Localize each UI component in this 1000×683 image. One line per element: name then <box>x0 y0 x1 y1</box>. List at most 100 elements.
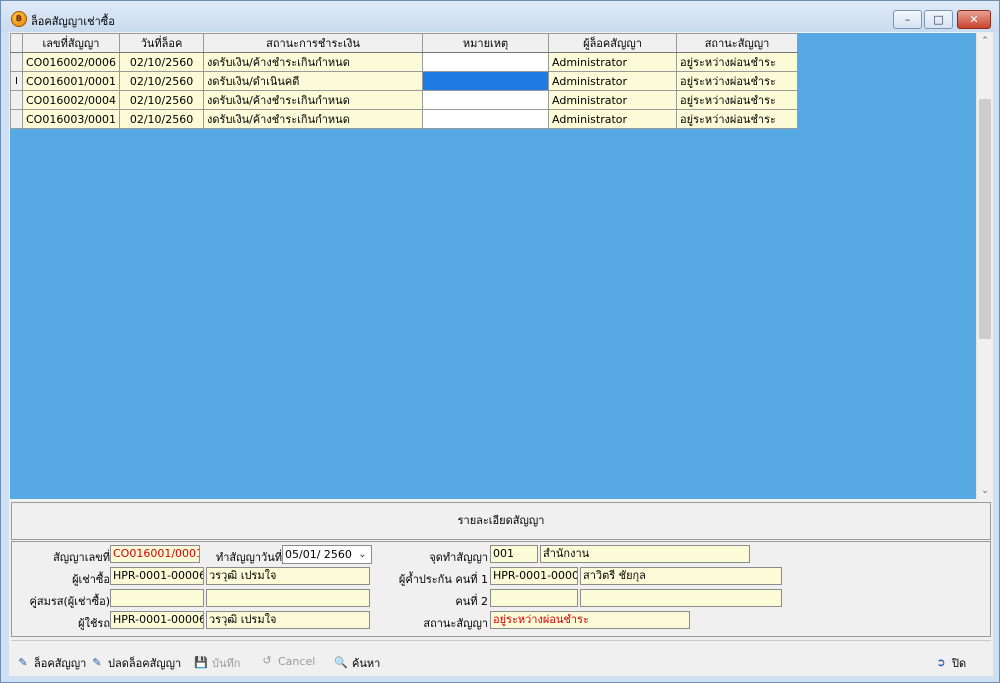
cell-contract-no[interactable]: CO016001/0001 <box>21 71 121 91</box>
col-header-note[interactable]: หมายเหตุ <box>422 33 550 53</box>
exit-door-icon: ➲ <box>936 656 946 669</box>
cell-contract-no[interactable]: CO016003/0001 <box>21 109 121 129</box>
close-button[interactable]: ➲ ปิด <box>933 654 966 672</box>
user-code-field[interactable]: HPR-0001-00006 <box>110 611 204 629</box>
place-name-field[interactable]: สำนักงาน <box>540 545 750 563</box>
cell-locked-by[interactable]: Administrator <box>548 109 678 129</box>
close-window-button[interactable]: ✕ <box>957 10 991 29</box>
guarantor2-code-field[interactable] <box>490 589 578 607</box>
cell-pay-status[interactable]: งดรับเงิน/ค้างชำระเกินกำหนด <box>203 90 424 110</box>
table-header: เลขที่สัญญา วันที่ล็อค สถานะการชำระเงิน … <box>10 33 799 53</box>
cell-note[interactable] <box>422 52 550 72</box>
cell-pay-status[interactable]: งดรับเงิน/ค้างชำระเกินกำหนด <box>203 52 424 72</box>
contract-table: เลขที่สัญญา วันที่ล็อค สถานะการชำระเงิน … <box>10 33 799 129</box>
undo-icon: ↺ <box>262 654 272 667</box>
status-label: สถานะสัญญา <box>423 617 488 630</box>
search-button-label: ค้นหา <box>352 657 381 670</box>
col-header-contract-status[interactable]: สถานะสัญญา <box>676 33 799 53</box>
table-row[interactable]: CO016002/0006 02/10/2560 งดรับเงิน/ค้างชำร… <box>10 52 799 72</box>
cell-contract-status[interactable]: อยู่ระหว่างผ่อนชำระ <box>676 52 799 72</box>
guarantor1-code-field[interactable]: HPR-0001-00003 <box>490 567 578 585</box>
guarantor2-name-field[interactable] <box>580 589 782 607</box>
cell-note[interactable] <box>422 109 550 129</box>
contract-no-field[interactable]: CO016001/0001 <box>110 545 200 563</box>
binoculars-icon: 🔍 <box>334 656 348 669</box>
scroll-thumb[interactable] <box>979 99 991 339</box>
unlock-button-label: ปลดล็อคสัญญา <box>108 657 182 670</box>
cell-lock-date[interactable]: 02/10/2560 <box>119 52 205 72</box>
minimize-button[interactable]: – <box>893 10 922 29</box>
scroll-down-icon[interactable]: ⌄ <box>977 483 993 499</box>
row-indicator[interactable] <box>10 109 23 129</box>
save-button-label: บันทึก <box>212 657 241 670</box>
spouse-label: คู่สมรส(ผู้เช่าซื้อ) <box>29 595 110 608</box>
cell-locked-by[interactable]: Administrator <box>548 52 678 72</box>
spouse-name-field[interactable] <box>206 589 370 607</box>
guarantor1-label: ผู้ค้ำประกัน คนที่ 1 <box>398 573 488 586</box>
title-bar: ฿ ล็อคสัญญาเช่าซื้อ – □ ✕ <box>1 1 999 32</box>
cell-pay-status[interactable]: งดรับเงิน/ค้างชำระเกินกำหนด <box>203 109 424 129</box>
cell-note[interactable] <box>422 71 550 91</box>
guarantor1-name-field[interactable]: สาวิตรี ชัยกุล <box>580 567 782 585</box>
contract-date-picker[interactable]: 05/01/ 2560 ⌄ <box>282 545 372 564</box>
contract-grid[interactable]: เลขที่สัญญา วันที่ล็อค สถานะการชำระเงิน … <box>10 33 976 499</box>
place-code-field[interactable]: 001 <box>490 545 538 563</box>
col-header-lock-date[interactable]: วันที่ล็อค <box>119 33 205 53</box>
buyer-code-field[interactable]: HPR-0001-00006 <box>110 567 204 585</box>
scroll-up-icon[interactable]: ⌃ <box>977 33 993 49</box>
cell-lock-date[interactable]: 02/10/2560 <box>119 90 205 110</box>
user-name-field[interactable]: วรวุฒิ เปรมใจ <box>206 611 370 629</box>
details-panel: สัญญาเลขที่ CO016001/0001 ทำสัญญาวันที่ … <box>11 541 991 637</box>
lock-button[interactable]: ✎ ล็อคสัญญา <box>15 654 86 672</box>
main-window: ฿ ล็อคสัญญาเช่าซื้อ – □ ✕ เลขที่สัญญา วั… <box>0 0 1000 683</box>
cell-contract-status[interactable]: อยู่ระหว่างผ่อนชำระ <box>676 71 799 91</box>
cancel-button-label: Cancel <box>278 654 316 668</box>
cell-contract-status[interactable]: อยู่ระหว่างผ่อนชำระ <box>676 90 799 110</box>
cell-locked-by[interactable]: Administrator <box>548 90 678 110</box>
window-title: ล็อคสัญญาเช่าซื้อ <box>31 15 115 28</box>
chevron-down-icon[interactable]: ⌄ <box>354 546 371 563</box>
save-icon: 💾 <box>194 656 208 669</box>
row-indicator[interactable] <box>10 90 23 110</box>
cell-pay-status[interactable]: งดรับเงิน/ดำเนินคดี <box>203 71 424 91</box>
lock-document-icon: ✎ <box>18 656 28 669</box>
coin-icon: ฿ <box>11 11 27 27</box>
cell-lock-date[interactable]: 02/10/2560 <box>119 109 205 129</box>
status-field[interactable]: อยู่ระหว่างผ่อนชำระ <box>490 611 690 629</box>
cell-contract-status[interactable]: อยู่ระหว่างผ่อนชำระ <box>676 109 799 129</box>
col-header-pay-status[interactable]: สถานะการชำระเงิน <box>203 33 424 53</box>
unlock-button[interactable]: ✎ ปลดล็อคสัญญา <box>89 654 181 672</box>
buyer-name-field[interactable]: วรวุฒิ เปรมใจ <box>206 567 370 585</box>
col-header-contract-no[interactable]: เลขที่สัญญา <box>21 33 121 53</box>
cancel-button[interactable]: ↺ Cancel <box>259 654 315 668</box>
client-area: เลขที่สัญญา วันที่ล็อค สถานะการชำระเงิน … <box>9 32 993 676</box>
maximize-button[interactable]: □ <box>924 10 953 29</box>
lock-button-label: ล็อคสัญญา <box>34 657 87 670</box>
cell-lock-date[interactable]: 02/10/2560 <box>119 71 205 91</box>
search-button[interactable]: 🔍 ค้นหา <box>333 654 380 672</box>
close-button-label: ปิด <box>952 657 967 670</box>
table-row[interactable]: CO016003/0001 02/10/2560 งดรับเงิน/ค้างชำร… <box>10 109 799 129</box>
spouse-code-field[interactable] <box>110 589 204 607</box>
user-label: ผู้ใช้รถ <box>78 617 110 630</box>
contract-no-label: สัญญาเลขที่ <box>53 551 110 564</box>
row-indicator[interactable]: I <box>10 71 23 91</box>
header-corner <box>10 33 23 53</box>
cell-locked-by[interactable]: Administrator <box>548 71 678 91</box>
buyer-label: ผู้เช่าซื้อ <box>72 573 110 586</box>
unlock-document-icon: ✎ <box>92 656 102 669</box>
table-row[interactable]: CO016002/0004 02/10/2560 งดรับเงิน/ค้างชำร… <box>10 90 799 110</box>
table-row[interactable]: I CO016001/0001 02/10/2560 งดรับเงิน/ดำเนิน… <box>10 71 799 91</box>
save-button[interactable]: 💾 บันทึก <box>193 654 240 672</box>
cell-note[interactable] <box>422 90 550 110</box>
contract-date-value: 05/01/ 2560 <box>285 548 352 561</box>
col-header-locked-by[interactable]: ผู้ล็อคสัญญา <box>548 33 678 53</box>
vertical-scrollbar[interactable]: ⌃ ⌄ <box>976 33 992 499</box>
contract-date-label: ทำสัญญาวันที่ <box>215 551 282 564</box>
bottom-toolbar: ✎ ล็อคสัญญา ✎ ปลดล็อคสัญญา 💾 บันทึก ↺ Ca… <box>11 640 991 674</box>
row-indicator[interactable] <box>10 52 23 72</box>
cell-contract-no[interactable]: CO016002/0006 <box>21 52 121 72</box>
details-header: รายละเอียดสัญญา <box>11 502 991 540</box>
guarantor2-label: คนที่ 2 <box>455 595 488 608</box>
cell-contract-no[interactable]: CO016002/0004 <box>21 90 121 110</box>
